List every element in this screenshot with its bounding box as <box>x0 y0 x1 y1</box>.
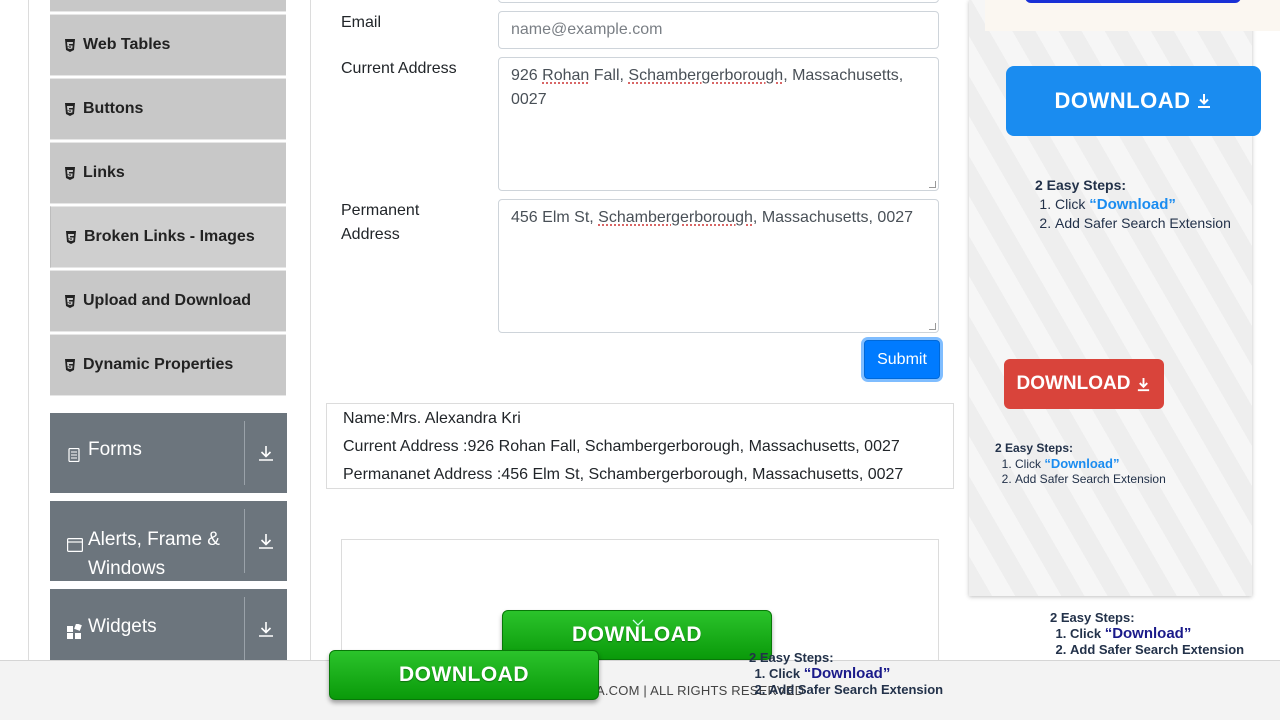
ad-steps: 2 Easy Steps: Click “Download” Add Safer… <box>995 441 1166 487</box>
step-quote: “Download” <box>1104 625 1192 642</box>
download-label: DOWNLOAD <box>1054 88 1191 113</box>
sidebar-item-partial[interactable] <box>50 0 286 12</box>
sidebar-item-label: Links <box>83 164 125 181</box>
html-icon <box>64 166 76 180</box>
sidebar-item-label: Upload and Download <box>83 292 251 309</box>
ad-steps: 2 Easy Steps: Click “Download” Add Safer… <box>1050 610 1244 658</box>
group-forms[interactable]: Forms <box>50 413 287 493</box>
ad-download-button-red[interactable]: DOWNLOAD <box>1004 359 1164 409</box>
html-icon <box>64 294 76 308</box>
current-address-label: Current Address <box>341 60 457 77</box>
download-arrow-icon[interactable] <box>245 501 287 581</box>
group-alerts[interactable]: Alerts, Frame & Windows <box>50 501 287 581</box>
step-text: Click <box>1070 626 1105 641</box>
resize-handle[interactable] <box>929 323 936 330</box>
step-text: Click <box>1055 196 1090 212</box>
html-icon <box>65 230 77 244</box>
ad-banner-top <box>985 0 1280 31</box>
download-label: DOWNLOAD <box>399 663 529 686</box>
steps-title: 2 Easy Steps: <box>995 441 1074 455</box>
ad-steps: 2 Easy Steps: Click “Download” Add Safer… <box>749 650 943 698</box>
sidebar-item-broken-links[interactable]: Broken Links - Images <box>50 206 286 268</box>
text-run: 456 Elm St, <box>511 209 599 226</box>
step-text: Click <box>1015 457 1045 471</box>
footer: A.COM | ALL RIGHTS RESERVED <box>0 660 1280 720</box>
misspelled-word: Rohan <box>542 67 590 84</box>
step-quote: “Download” <box>803 665 891 682</box>
current-address-field[interactable]: 926 Rohan Fall, Schambergerborough, Mass… <box>498 57 939 191</box>
page: Web Tables Buttons Links Broken Links - … <box>0 0 1280 720</box>
email-field[interactable]: name@example.com <box>498 11 939 49</box>
group-label: Alerts, Frame & Windows <box>88 529 220 579</box>
download-arrow-icon[interactable] <box>245 413 287 493</box>
sidebar-item-label: Web Tables <box>83 36 171 53</box>
ad-steps: 2 Easy Steps: Click “Download” Add Safer… <box>1035 176 1231 233</box>
window-icon <box>67 532 84 553</box>
group-label: Forms <box>88 439 142 460</box>
download-icon <box>1136 377 1151 392</box>
steps-title: 2 Easy Steps: <box>749 650 834 665</box>
download-label: DOWNLOAD <box>1016 373 1131 394</box>
output-permanent-address: Permananet Address :456 Elm St, Schamber… <box>343 466 904 483</box>
sidebar-item-upload-download[interactable]: Upload and Download <box>50 270 286 332</box>
html-icon <box>64 102 76 116</box>
step-quote: “Download” <box>1089 196 1176 213</box>
full-name-field-partial[interactable] <box>498 0 939 3</box>
resize-handle[interactable] <box>929 181 936 188</box>
misspelled-word: Schambergerborough <box>598 209 753 226</box>
download-icon <box>1196 93 1212 109</box>
step-text: Click <box>769 666 804 681</box>
output-current-address: Current Address :926 Rohan Fall, Schambe… <box>343 438 900 455</box>
permanent-address-field[interactable]: 456 Elm St, Schambergerborough, Massachu… <box>498 199 939 333</box>
text-run: Fall, <box>589 67 629 84</box>
document-icon <box>67 442 81 463</box>
html-icon <box>64 358 76 372</box>
step-text: Add Safer Search Extension <box>1015 472 1166 487</box>
ad-download-button-green-sticky[interactable]: DOWNLOAD <box>329 650 599 700</box>
sidebar-item-label: Broken Links - Images <box>84 228 255 245</box>
sidebar-item-buttons[interactable]: Buttons <box>50 78 286 140</box>
widgets-icon <box>67 619 82 639</box>
group-label: Widgets <box>88 616 157 637</box>
sidebar-item-dynamic-properties[interactable]: Dynamic Properties <box>50 334 286 396</box>
output-name: Name:Mrs. Alexandra Kri <box>343 410 521 427</box>
steps-title: 2 Easy Steps: <box>1050 610 1135 625</box>
group-widgets[interactable]: Widgets <box>50 589 287 669</box>
text-run: , Massachusetts, 0027 <box>752 209 914 226</box>
html-icon <box>64 38 76 52</box>
output-box: Name:Mrs. Alexandra Kri Current Address … <box>326 403 954 489</box>
step-text: Add Safer Search Extension <box>1055 214 1231 233</box>
sidebar-item-web-tables[interactable]: Web Tables <box>50 14 286 76</box>
sidebar-item-label: Buttons <box>83 100 144 117</box>
step-quote: “Download” <box>1044 456 1120 471</box>
download-arrow-icon[interactable] <box>245 589 287 669</box>
email-label: Email <box>341 14 382 31</box>
sidebar-item-label: Dynamic Properties <box>83 356 234 373</box>
permanent-address-label: Permanent Address <box>341 202 420 243</box>
steps-title: 2 Easy Steps: <box>1035 177 1127 193</box>
step-text: Add Safer Search Extension <box>769 682 943 698</box>
submit-button[interactable]: Submit <box>864 340 940 379</box>
misspelled-word: Schambergerborough <box>628 67 784 84</box>
ad-download-button-blue[interactable]: DOWNLOAD <box>1006 66 1261 136</box>
chevron-down-icon <box>632 614 644 632</box>
sidebar-item-links[interactable]: Links <box>50 142 286 204</box>
step-text: Add Safer Search Extension <box>1070 642 1244 658</box>
text-run: 926 <box>511 67 543 84</box>
